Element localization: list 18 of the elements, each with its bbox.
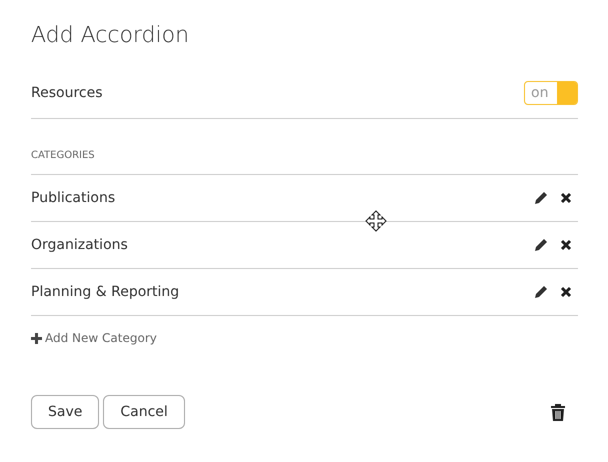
plus-icon — [31, 332, 42, 344]
move-cursor-icon — [365, 210, 387, 232]
category-name: Organizations — [31, 237, 129, 253]
trash-icon[interactable] — [550, 403, 566, 421]
edit-icon[interactable] — [534, 191, 548, 205]
close-icon[interactable] — [560, 192, 572, 204]
dialog-button[interactable]: Save — [31, 395, 100, 429]
close-icon[interactable] — [560, 239, 572, 251]
edit-icon[interactable] — [534, 238, 548, 252]
dialog-title: Add Accordion — [31, 22, 190, 50]
close-icon[interactable] — [560, 286, 572, 298]
add-category-link[interactable]: Add New Category — [31, 331, 157, 345]
section-heading: CATEGORIES — [31, 150, 578, 175]
resources-label: Resources — [31, 85, 102, 101]
category-name: Planning & Reporting — [31, 284, 180, 300]
category-name: Publications — [31, 190, 116, 206]
dialog-button[interactable]: Cancel — [103, 395, 185, 429]
edit-icon[interactable] — [534, 285, 548, 299]
